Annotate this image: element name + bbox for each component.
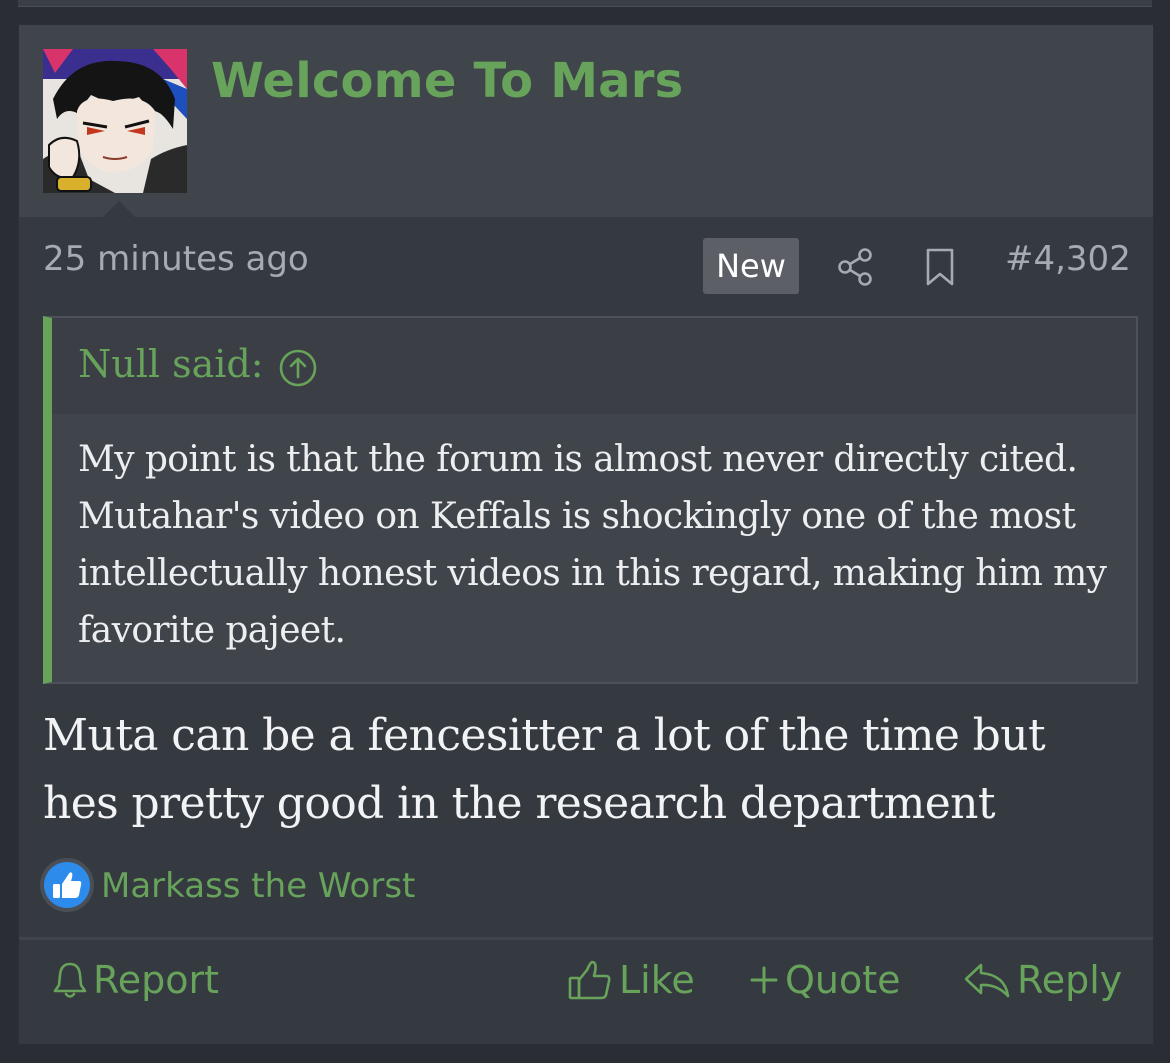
- new-badge: New: [703, 238, 799, 294]
- bookmark-icon[interactable]: [923, 247, 957, 287]
- quote-text: My point is that the forum is almost nev…: [78, 439, 1107, 651]
- forum-post: Welcome To Mars 25 minutes ago New #4,30…: [18, 24, 1154, 1045]
- reply-arrow-icon: [963, 960, 1011, 1000]
- like-button[interactable]: Like: [567, 955, 695, 1005]
- user-avatar[interactable]: [43, 49, 187, 193]
- header-pointer: [103, 201, 135, 217]
- avatar-image: [43, 49, 187, 193]
- previous-post-edge: [18, 0, 1152, 7]
- reply-button[interactable]: Reply: [963, 955, 1122, 1005]
- report-button[interactable]: Report: [53, 955, 219, 1005]
- quote-author[interactable]: Null said:: [78, 342, 264, 386]
- post-timestamp[interactable]: 25 minutes ago: [43, 239, 309, 279]
- bell-icon: [53, 960, 87, 1000]
- share-icon[interactable]: [837, 247, 875, 287]
- reaction-user-link[interactable]: Markass the Worst: [101, 866, 415, 906]
- reply-label: Reply: [1017, 958, 1123, 1002]
- footer-divider: [19, 937, 1153, 940]
- post-header: Welcome To Mars: [19, 25, 1153, 217]
- post-number-link[interactable]: #4,302: [1005, 239, 1131, 279]
- report-label: Report: [93, 958, 219, 1002]
- quote-header: Null said:: [52, 318, 1136, 414]
- thumbs-up-icon: [39, 857, 95, 913]
- quote-button[interactable]: Quote: [749, 955, 901, 1005]
- post-message: Muta can be a fencesitter a lot of the t…: [43, 710, 1046, 829]
- post-author-username[interactable]: Welcome To Mars: [211, 53, 683, 109]
- arrow-up-circle-icon[interactable]: [278, 348, 318, 388]
- reactions-bar[interactable]: Markass the Worst: [39, 857, 539, 917]
- quote-block: Null said: My point is that the forum is…: [43, 316, 1138, 684]
- like-label: Like: [619, 958, 695, 1002]
- thumbs-up-outline-icon: [567, 958, 613, 1002]
- quote-label: Quote: [785, 958, 901, 1002]
- plus-icon: [749, 964, 779, 996]
